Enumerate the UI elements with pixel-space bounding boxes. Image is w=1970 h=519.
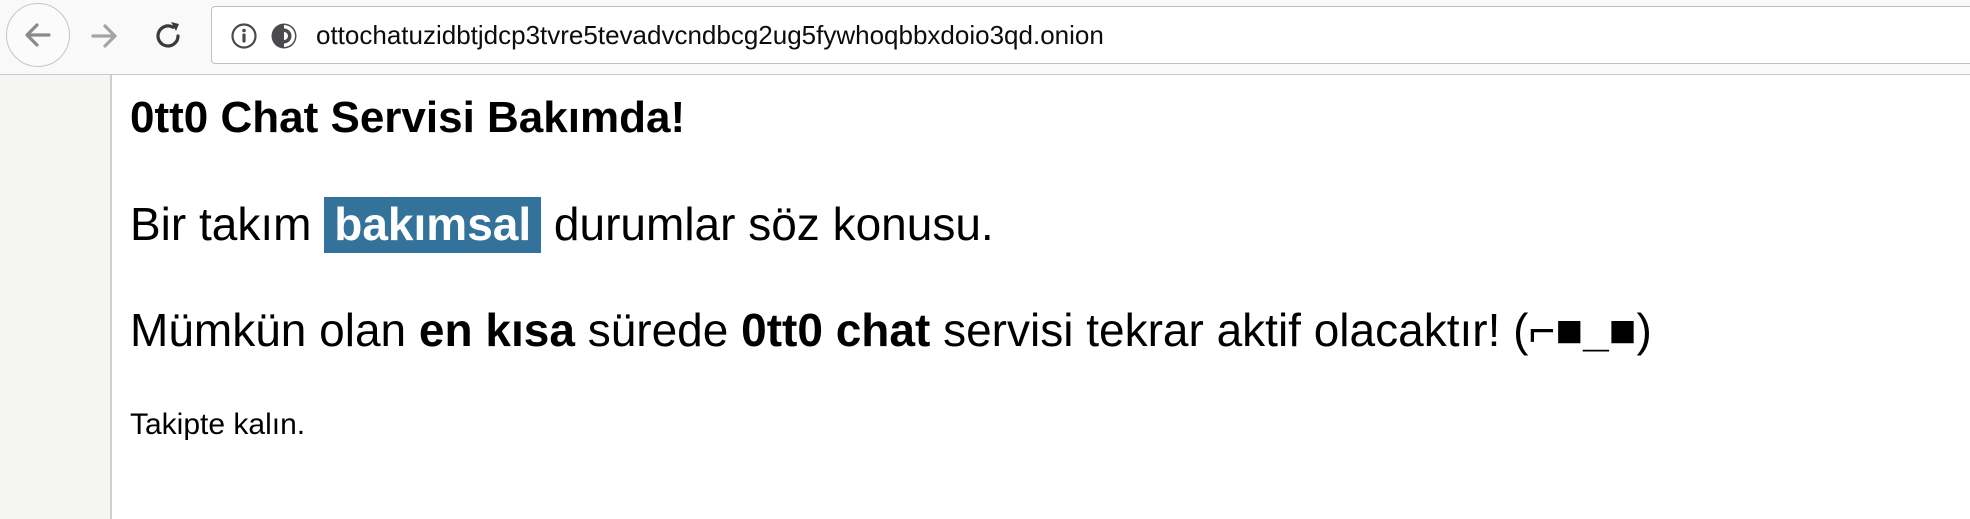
back-button[interactable] (6, 3, 70, 67)
page-title: 0tt0 Chat Servisi Bakımda! (130, 93, 686, 142)
url-text[interactable]: ottochatuzidbtjdcp3tvre5tevadvcndbcg2ug5… (316, 20, 1104, 51)
para2-emoticon: ⌐■_■ (1528, 304, 1637, 356)
forward-arrow-icon (91, 24, 117, 48)
page-content: 0tt0 Chat Servisi Bakımda! Bir takım bak… (112, 75, 1970, 519)
maintenance-message: Bir takım bakımsal durumlar söz konusu. (130, 197, 994, 253)
back-arrow-icon (25, 23, 51, 47)
info-icon[interactable] (230, 22, 258, 50)
para1-before: Bir takım (130, 198, 325, 250)
left-margin-panel (0, 75, 112, 519)
url-bar[interactable]: ottochatuzidbtjdcp3tvre5tevadvcndbcg2ug5… (211, 6, 1970, 64)
browser-toolbar: ottochatuzidbtjdcp3tvre5tevadvcndbcg2ug5… (0, 0, 1970, 75)
highlighted-word: bakımsal (324, 197, 542, 253)
para2-part4: ) (1636, 304, 1652, 356)
forward-button[interactable] (82, 14, 126, 58)
para2-bold-soon: en kısa (418, 304, 575, 356)
para2-part3: servisi tekrar aktif olacaktır! ( (930, 304, 1529, 356)
para2-part2: sürede (574, 304, 742, 356)
return-message: Mümkün olan en kısa sürede 0tt0 chat ser… (130, 303, 1652, 357)
para1-after: durumlar söz konusu. (541, 198, 994, 250)
reload-icon (156, 22, 180, 48)
para2-part1: Mümkün olan (130, 304, 419, 356)
onion-circuit-icon[interactable] (270, 22, 298, 50)
stay-tuned-text: Takipte kalın. (130, 408, 306, 441)
para2-bold-service: 0tt0 chat (741, 304, 931, 356)
reload-button[interactable] (146, 14, 190, 58)
